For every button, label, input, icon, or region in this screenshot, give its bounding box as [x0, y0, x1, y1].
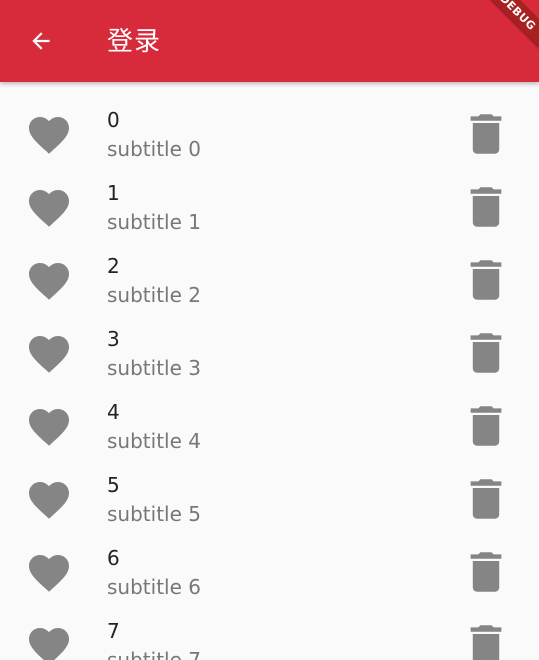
heart-icon	[29, 555, 69, 592]
list-item[interactable]: 1 subtitle 1	[0, 177, 539, 250]
arrow-back-icon	[32, 32, 50, 50]
app-bar: 登录 DEBUG	[0, 0, 539, 82]
delete-icon[interactable]	[466, 185, 506, 229]
delete-icon[interactable]	[466, 404, 506, 448]
item-title: 0	[107, 108, 120, 132]
back-button[interactable]	[22, 22, 60, 60]
delete-icon[interactable]	[466, 623, 506, 660]
item-subtitle: subtitle 5	[107, 502, 201, 526]
delete-icon[interactable]	[466, 550, 506, 594]
item-list: 0 subtitle 0 1 subtitle 1 2 subtitle 2 3…	[0, 84, 539, 660]
list-item[interactable]: 7 subtitle 7	[0, 615, 539, 660]
item-subtitle: subtitle 7	[107, 648, 201, 660]
heart-icon	[29, 628, 69, 660]
list-item[interactable]: 6 subtitle 6	[0, 542, 539, 615]
heart-icon	[29, 409, 69, 446]
item-title: 6	[107, 546, 120, 570]
item-title: 2	[107, 254, 120, 278]
item-subtitle: subtitle 3	[107, 356, 201, 380]
item-subtitle: subtitle 0	[107, 137, 201, 161]
item-subtitle: subtitle 2	[107, 283, 201, 307]
item-subtitle: subtitle 1	[107, 210, 201, 234]
item-subtitle: subtitle 4	[107, 429, 201, 453]
heart-icon	[29, 117, 69, 154]
item-title: 5	[107, 473, 120, 497]
item-title: 7	[107, 619, 120, 643]
heart-icon	[29, 190, 69, 227]
debug-banner: DEBUG	[472, 0, 539, 58]
item-title: 1	[107, 181, 120, 205]
list-item[interactable]: 0 subtitle 0	[0, 104, 539, 177]
delete-icon[interactable]	[466, 112, 506, 156]
heart-icon	[29, 482, 69, 519]
heart-icon	[29, 336, 69, 373]
delete-icon[interactable]	[466, 331, 506, 375]
item-title: 4	[107, 400, 120, 424]
heart-icon	[29, 263, 69, 300]
list-item[interactable]: 4 subtitle 4	[0, 396, 539, 469]
list-item[interactable]: 3 subtitle 3	[0, 323, 539, 396]
list-item[interactable]: 2 subtitle 2	[0, 250, 539, 323]
list-item[interactable]: 5 subtitle 5	[0, 469, 539, 542]
item-title: 3	[107, 327, 120, 351]
delete-icon[interactable]	[466, 477, 506, 521]
page-title: 登录	[107, 27, 162, 57]
item-subtitle: subtitle 6	[107, 575, 201, 599]
delete-icon[interactable]	[466, 258, 506, 302]
